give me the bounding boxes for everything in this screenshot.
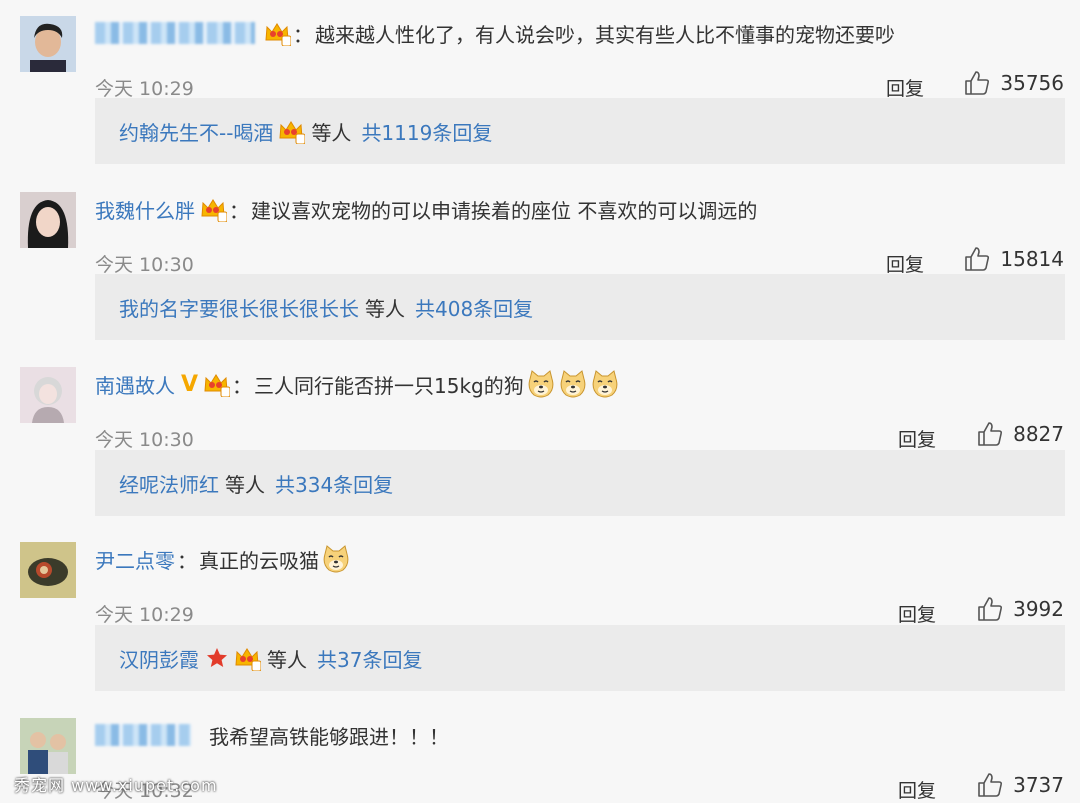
username-obscured[interactable] <box>95 724 191 746</box>
separator: ： <box>229 198 249 223</box>
username[interactable]: 尹二点零 <box>95 545 175 574</box>
vip-crown-icon <box>263 20 291 46</box>
reply-etc: 等人 <box>225 472 265 497</box>
avatar[interactable] <box>20 542 76 598</box>
reply-button[interactable]: 回复 <box>886 250 924 277</box>
username[interactable]: 南遇故人 <box>95 370 175 399</box>
reply-etc: 等人 <box>267 647 307 672</box>
replies-summary[interactable]: 我的名字要很长很长很长长 等人 共408条回复 <box>95 274 1065 340</box>
watermark: 秀宠网 www.xiupet.com <box>14 776 218 795</box>
timestamp: 今天 10:29 <box>95 78 194 100</box>
reply-button[interactable]: 回复 <box>898 776 936 803</box>
like-button[interactable]: 3737 <box>977 772 1064 798</box>
reply-count[interactable]: 共1119条回复 <box>361 117 492 146</box>
separator: ： <box>293 22 313 47</box>
avatar[interactable] <box>20 367 76 423</box>
doge-emoji <box>321 544 351 574</box>
thumbs-up-icon <box>977 421 1003 447</box>
vip-crown-icon <box>233 645 261 671</box>
separator: ： <box>177 548 197 573</box>
thumbs-up-icon <box>964 70 990 96</box>
vip-crown-icon <box>202 371 230 397</box>
reply-count[interactable]: 共408条回复 <box>415 293 533 322</box>
like-button[interactable]: 35756 <box>964 70 1064 96</box>
thumbs-up-icon <box>964 246 990 272</box>
comment-text: 真正的云吸猫 <box>199 548 319 573</box>
reply-user[interactable]: 我的名字要很长很长很长长 <box>119 293 359 322</box>
reply-count[interactable]: 共334条回复 <box>275 469 393 498</box>
reply-button[interactable]: 回复 <box>898 425 936 452</box>
replies-summary[interactable]: 汉阴彭霞 等人 共37条回复 <box>95 625 1065 691</box>
reply-button[interactable]: 回复 <box>898 600 936 627</box>
comment-text: 我希望高铁能够跟进！！！ <box>209 724 449 749</box>
like-button[interactable]: 3992 <box>977 596 1064 622</box>
reply-button[interactable]: 回复 <box>886 74 924 101</box>
avatar[interactable] <box>20 192 76 248</box>
reply-etc: 等人 <box>311 120 352 145</box>
username[interactable]: 我魏什么胖 <box>95 195 195 224</box>
replies-summary[interactable]: 经呢法师红 等人 共334条回复 <box>95 450 1065 516</box>
like-count: 8827 <box>1013 422 1064 446</box>
vip-crown-icon <box>199 196 227 222</box>
like-count: 15814 <box>1000 247 1064 271</box>
separator: ： <box>232 373 253 398</box>
reply-user[interactable]: 约翰先生不--喝酒 <box>119 117 273 146</box>
timestamp: 今天 10:30 <box>95 429 194 451</box>
verified-v-icon: V <box>181 371 199 397</box>
doge-emoji <box>558 369 588 399</box>
avatar[interactable] <box>20 718 76 774</box>
reply-user[interactable]: 经呢法师红 <box>119 469 219 498</box>
doge-emoji <box>526 369 556 399</box>
replies-summary[interactable]: 约翰先生不--喝酒 等人 共1119条回复 <box>95 98 1065 164</box>
like-count: 35756 <box>1000 71 1064 95</box>
star-icon <box>207 648 227 667</box>
comment-text: 建议喜欢宠物的可以申请挨着的座位 不喜欢的可以调远的 <box>251 198 758 223</box>
vip-crown-icon <box>277 118 305 144</box>
comment-text: 越来越人性化了，有人说会吵，其实有些人比不懂事的宠物还要吵 <box>315 22 895 47</box>
like-count: 3992 <box>1013 597 1064 621</box>
reply-user[interactable]: 汉阴彭霞 <box>119 644 199 673</box>
like-button[interactable]: 8827 <box>977 421 1064 447</box>
like-count: 3737 <box>1013 773 1064 797</box>
timestamp: 今天 10:30 <box>95 254 194 276</box>
reply-etc: 等人 <box>365 296 405 321</box>
doge-emoji <box>590 369 620 399</box>
avatar[interactable] <box>20 16 76 72</box>
thumbs-up-icon <box>977 772 1003 798</box>
reply-count[interactable]: 共37条回复 <box>317 644 422 673</box>
thumbs-up-icon <box>977 596 1003 622</box>
timestamp: 今天 10:29 <box>95 604 194 626</box>
username-obscured[interactable] <box>95 22 255 44</box>
like-button[interactable]: 15814 <box>964 246 1064 272</box>
comment-text: 三人同行能否拼一只15kg的狗 <box>254 373 524 398</box>
